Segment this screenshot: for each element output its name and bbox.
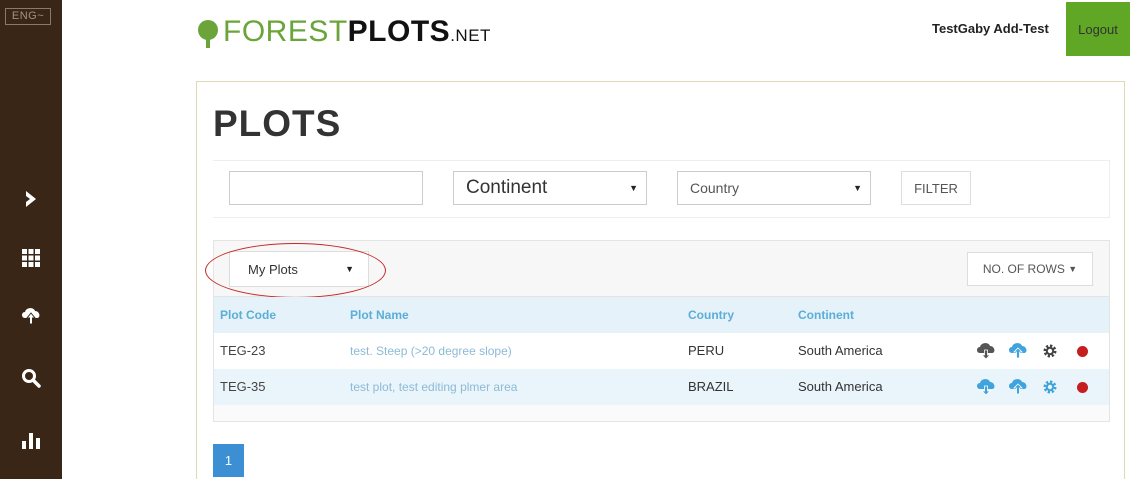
gear-icon[interactable] <box>1040 377 1060 397</box>
column-header[interactable]: Plot Name <box>350 297 409 333</box>
rows-per-page-button[interactable]: NO. OF ROWS ▼ <box>967 252 1093 286</box>
user-name[interactable]: TestGaby Add-Test <box>932 21 1049 36</box>
cloud-upload-icon[interactable] <box>18 303 44 329</box>
plot-continent: South America <box>798 343 883 358</box>
country-select[interactable]: Country ▼ <box>677 171 871 205</box>
highlight-circle <box>205 243 386 298</box>
logo-text: FORESTPLOTS.NET <box>223 17 491 51</box>
page-title: PLOTS <box>213 103 342 144</box>
search-icon[interactable] <box>18 365 44 391</box>
filter-button[interactable]: FILTER <box>901 171 971 205</box>
rows-per-page-label: NO. OF ROWS <box>982 262 1065 276</box>
table-row: TEG-23 test. Steep (>20 degree slope) PE… <box>214 333 1109 369</box>
bar-chart-icon[interactable] <box>18 427 44 453</box>
cloud-upload-icon[interactable] <box>1008 377 1028 397</box>
pagination-page-button[interactable]: 1 <box>213 444 244 477</box>
logo-net: .NET <box>450 26 491 45</box>
cloud-download-icon[interactable] <box>976 377 996 397</box>
plot-country: PERU <box>688 343 725 358</box>
column-header[interactable]: Country <box>688 297 734 333</box>
plot-country: BRAZIL <box>688 379 734 394</box>
table-header: Plot Code Plot Name Country Continent <box>214 297 1109 333</box>
cloud-download-icon[interactable] <box>976 341 996 361</box>
chevron-right-icon[interactable] <box>18 186 44 212</box>
cloud-upload-icon[interactable] <box>1008 341 1028 361</box>
continent-select-value: Continent <box>466 177 548 198</box>
forestplots-logo[interactable]: FORESTPLOTS.NET <box>195 14 491 54</box>
gear-icon[interactable] <box>1040 341 1060 361</box>
country-select-value: Country <box>690 180 740 196</box>
language-label: ENG <box>11 10 38 22</box>
plot-name-link[interactable]: test. Steep (>20 degree slope) <box>350 333 512 369</box>
plot-code: TEG-23 <box>220 343 266 358</box>
tree-icon <box>198 20 218 48</box>
caret-down-icon: ▼ <box>853 183 862 193</box>
search-input[interactable] <box>229 171 423 205</box>
delete-icon[interactable] <box>1072 341 1092 361</box>
column-header[interactable]: Continent <box>798 297 854 333</box>
caret-down-icon: ▼ <box>629 183 638 193</box>
language-selector[interactable]: ENG~ <box>5 8 51 25</box>
row-actions <box>976 369 1092 405</box>
plots-table: My Plots ▼ NO. OF ROWS ▼ Plot Code Plot N… <box>205 240 1110 422</box>
plot-code: TEG-35 <box>220 379 266 394</box>
logo-plots: PLOTS <box>347 15 451 48</box>
logo-forest: FOREST <box>223 15 348 48</box>
continent-select[interactable]: Continent ▼ <box>453 171 647 205</box>
grid-icon[interactable] <box>18 245 44 271</box>
plot-name-link[interactable]: test plot, test editing plmer area <box>350 369 517 405</box>
table-row: TEG-35 test plot, test editing plmer are… <box>214 369 1109 405</box>
plot-continent: South America <box>798 379 883 394</box>
sidebar: ENG~ <box>0 0 62 479</box>
caret-down-icon: ▼ <box>1068 264 1078 274</box>
row-actions <box>976 333 1092 369</box>
column-header[interactable]: Plot Code <box>220 297 276 333</box>
delete-icon[interactable] <box>1072 377 1092 397</box>
table-toolbar: My Plots ▼ NO. OF ROWS ▼ <box>205 241 1109 298</box>
plots-panel: PLOTS Continent ▼ Country ▼ FILTER My Plot… <box>196 81 1125 479</box>
filter-bar: Continent ▼ Country ▼ FILTER <box>213 160 1110 218</box>
logout-button[interactable]: Logout <box>1066 2 1130 56</box>
